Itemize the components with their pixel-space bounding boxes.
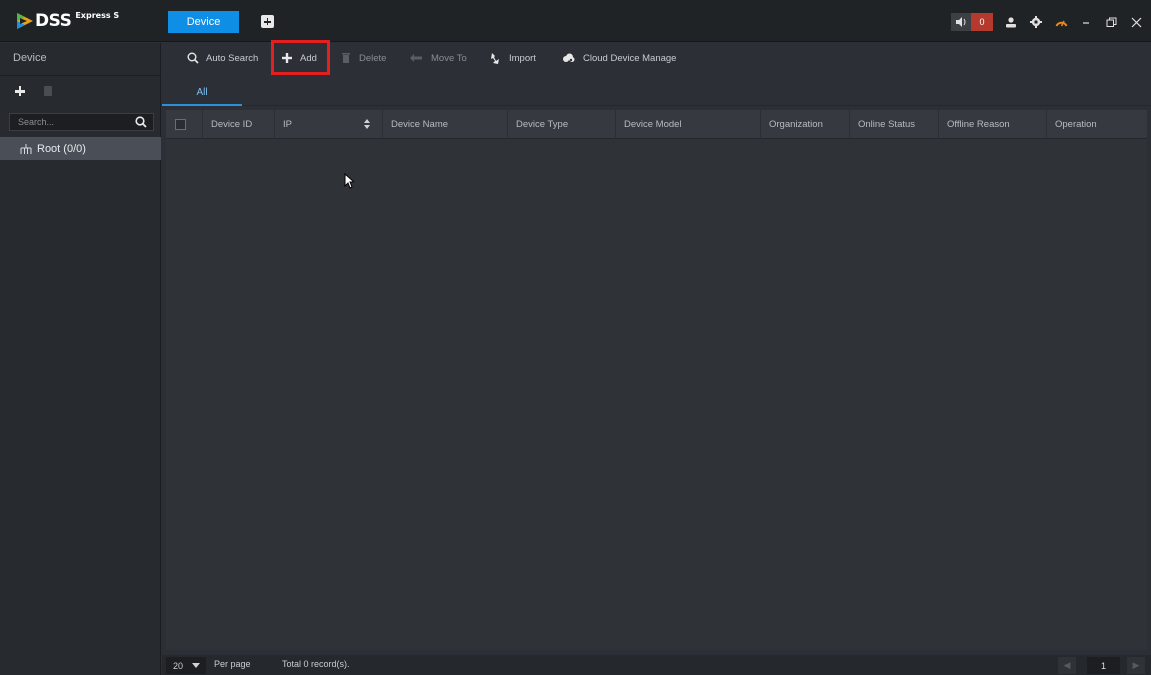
- search-icon: [187, 52, 199, 64]
- panel-title: Device: [13, 52, 47, 64]
- move-to-button[interactable]: Move To: [410, 49, 467, 67]
- column-header-online-status[interactable]: Online Status: [849, 110, 938, 139]
- tree-item-label: Root (0/0): [37, 142, 86, 155]
- cloud-icon: [563, 53, 575, 62]
- performance-icon[interactable]: [1054, 15, 1068, 29]
- gear-icon[interactable]: [1029, 15, 1043, 29]
- import-icon: [491, 52, 499, 64]
- tab-all[interactable]: All: [162, 80, 242, 106]
- move-icon: [410, 54, 422, 62]
- cloud-device-manage-label: Cloud Device Manage: [583, 52, 677, 64]
- search-icon[interactable]: [135, 116, 147, 128]
- column-header-organization[interactable]: Organization: [760, 110, 849, 139]
- divider: [0, 75, 161, 76]
- plus-icon[interactable]: [15, 86, 25, 96]
- select-all-checkbox[interactable]: [175, 119, 186, 130]
- cloud-device-manage-button[interactable]: Cloud Device Manage: [562, 49, 676, 67]
- device-tree-panel: Device Root (0/0): [0, 43, 161, 675]
- add-button-highlight: [271, 40, 330, 75]
- pagination-bar: 20 Per page Total 0 record(s). ◀ 1 ▶: [162, 655, 1151, 675]
- tab-device[interactable]: Device: [168, 11, 239, 33]
- column-header-operation[interactable]: Operation: [1046, 110, 1147, 139]
- toolbar: Auto Search Add Delete Move To Import Cl…: [162, 40, 1151, 75]
- column-header-device-model[interactable]: Device Model: [615, 110, 760, 139]
- import-label: Import: [509, 52, 536, 64]
- speaker-icon[interactable]: [951, 13, 971, 31]
- select-all-cell: [166, 110, 200, 139]
- close-icon[interactable]: [1129, 15, 1143, 29]
- delete-button[interactable]: Delete: [342, 49, 386, 67]
- tree-org-icon: [20, 143, 32, 154]
- column-header-device-id[interactable]: Device ID: [202, 110, 274, 139]
- logo-subtext: Express S: [75, 11, 120, 20]
- search-input[interactable]: [18, 115, 128, 129]
- restore-icon[interactable]: [1104, 15, 1118, 29]
- device-table: Device ID IP Device Name Device Type Dev…: [166, 110, 1147, 650]
- delete-label: Delete: [359, 52, 387, 64]
- dss-logo-icon: [17, 13, 33, 29]
- column-header-offline-reason[interactable]: Offline Reason: [938, 110, 1046, 139]
- filter-tabs: All: [162, 80, 1151, 106]
- column-header-ip[interactable]: IP: [274, 110, 378, 139]
- next-page-button[interactable]: ▶: [1127, 657, 1145, 674]
- mouse-cursor-icon: [344, 173, 354, 189]
- trash-icon[interactable]: [44, 86, 52, 96]
- app-logo: DSS Express S: [16, 9, 119, 33]
- minimize-icon[interactable]: [1079, 15, 1093, 29]
- total-records: Total 0 record(s).: [282, 659, 350, 669]
- column-header-device-name[interactable]: Device Name: [382, 110, 508, 139]
- import-button[interactable]: Import: [490, 49, 536, 67]
- column-header-ip-label: IP: [283, 119, 292, 130]
- auto-search-label: Auto Search: [206, 52, 259, 64]
- auto-search-button[interactable]: Auto Search: [187, 49, 258, 67]
- move-to-label: Move To: [431, 52, 467, 64]
- main-content: Auto Search Add Delete Move To Import Cl…: [162, 40, 1151, 675]
- trash-icon: [342, 53, 350, 63]
- per-page-value: 20: [173, 660, 184, 671]
- alarm-indicator[interactable]: 0: [951, 13, 993, 31]
- chevron-down-icon: [192, 663, 200, 668]
- sort-icon[interactable]: [364, 119, 370, 129]
- title-bar-controls: 0: [951, 12, 1143, 32]
- previous-page-button[interactable]: ◀: [1058, 657, 1076, 674]
- tree-item-root[interactable]: Root (0/0): [0, 137, 161, 160]
- search-box: [9, 113, 154, 131]
- column-header-device-type[interactable]: Device Type: [507, 110, 615, 139]
- user-icon[interactable]: [1004, 15, 1018, 29]
- logo-text: DSS: [35, 11, 72, 31]
- current-page-input[interactable]: 1: [1087, 657, 1120, 674]
- new-tab-icon[interactable]: [261, 15, 274, 28]
- per-page-label: Per page: [214, 659, 251, 669]
- title-bar: DSS Express S Device 0: [0, 0, 1151, 42]
- alarm-count-badge: 0: [971, 13, 993, 31]
- table-header: Device ID IP Device Name Device Type Dev…: [166, 110, 1147, 139]
- per-page-select[interactable]: 20: [166, 657, 206, 674]
